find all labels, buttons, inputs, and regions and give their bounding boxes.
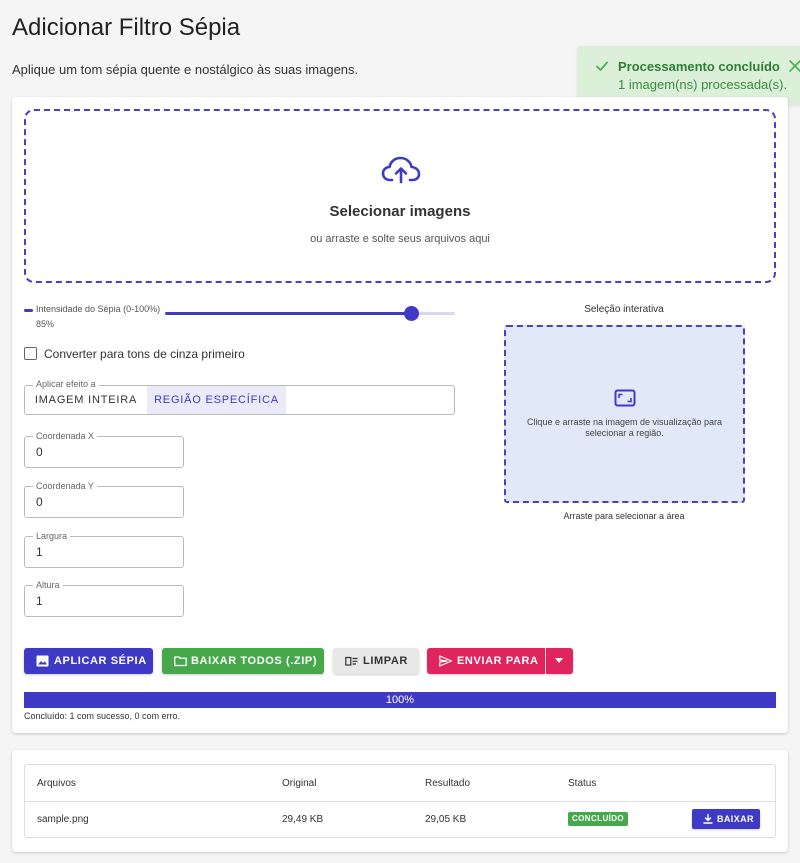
selection-hint: Clique e arraste na imagem de visualizaç… (526, 417, 723, 438)
dropzone-title: Selecionar imagens (329, 203, 471, 220)
field-label: Largura (33, 531, 71, 541)
send-icon (439, 655, 452, 667)
field-value: 1 (36, 545, 43, 559)
editor-card: Selecionar imagens ou arraste e solte se… (12, 97, 788, 733)
width-field[interactable]: Largura 1 (24, 531, 184, 568)
send-to-label: ENVIAR PARA (457, 655, 539, 667)
toast-message: 1 imagem(ns) processada(s). (618, 77, 788, 92)
sepia-intensity-slider[interactable] (165, 306, 455, 321)
download-all-zip-label: BAIXAR TODOS (.ZIP) (191, 655, 318, 667)
download-icon (703, 814, 713, 824)
crop-frame-icon (614, 389, 636, 407)
status-badge: CONCLUÍDO (568, 812, 629, 826)
selection-caption: Arraste para selecionar a área (563, 511, 685, 521)
table-header-status: Status (568, 778, 597, 789)
slider-label-marker (24, 309, 33, 312)
cell-result-size: 29,05 KB (425, 814, 467, 825)
send-to-dropdown-button[interactable] (546, 648, 573, 674)
clear-list-icon (345, 656, 358, 666)
grayscale-checkbox[interactable] (24, 347, 37, 360)
page-title: Adicionar Filtro Sépia (12, 14, 241, 41)
field-label: Coordenada X (33, 431, 98, 441)
field-value: 1 (36, 594, 43, 608)
region-selection-area[interactable]: Clique e arraste na imagem de visualizaç… (504, 325, 745, 503)
image-icon (36, 655, 49, 667)
results-card: Arquivos Original Resultado Status sampl… (12, 750, 788, 852)
check-icon (596, 61, 608, 71)
field-label: Altura (33, 580, 63, 590)
page-subtitle: Aplique um tom sépia quente e nostálgico… (12, 62, 359, 77)
progress-bar: 100% (24, 692, 776, 708)
cloud-upload-icon (381, 156, 421, 184)
progress-text: 100% (385, 694, 415, 706)
sepia-intensity-slider-block: Intensidade do Sépia (0-100%) 85% (24, 302, 456, 332)
chevron-down-icon (555, 658, 563, 663)
slider-thumb[interactable] (404, 306, 419, 321)
selection-title: Seleção interativa (584, 304, 664, 315)
download-all-zip-button[interactable]: BAIXAR TODOS (.ZIP) (162, 648, 324, 674)
clear-label: LIMPAR (363, 655, 408, 667)
grayscale-checkbox-label: Converter para tons de cinza primeiro (44, 347, 245, 361)
field-value: 0 (36, 495, 43, 509)
results-table: Arquivos Original Resultado Status sampl… (24, 764, 776, 838)
toggle-whole-image[interactable]: IMAGEM INTEIRA (25, 386, 147, 414)
slider-value: 85% (36, 319, 55, 329)
close-icon[interactable] (788, 59, 800, 73)
table-header-original: Original (282, 778, 317, 789)
table-header-result: Resultado (425, 778, 471, 789)
clear-button[interactable]: LIMPAR (333, 648, 419, 674)
field-value: 0 (36, 445, 43, 459)
download-label: BAIXAR (717, 814, 754, 824)
toggle-specific-region[interactable]: REGIÃO ESPECÍFICA (147, 386, 286, 414)
coordinate-y-field[interactable]: Coordenada Y 0 (24, 481, 184, 518)
send-to-button[interactable]: ENVIAR PARA (427, 648, 545, 674)
process-status: Concluído: 1 com sucesso, 0 com erro. (24, 711, 181, 721)
dropzone-subtitle: ou arraste e solte seus arquivos aqui (310, 233, 490, 245)
toast-title: Processamento concluído (618, 59, 780, 74)
slider-fill (165, 312, 412, 315)
apply-sepia-label: APLICAR SÉPIA (54, 655, 147, 667)
cell-original-size: 29,49 KB (282, 814, 324, 825)
download-button[interactable]: BAIXAR (692, 809, 760, 829)
apply-sepia-button[interactable]: APLICAR SÉPIA (24, 648, 153, 674)
slider-label: Intensidade do Sépia (0-100%) (36, 304, 161, 314)
height-field[interactable]: Altura 1 (24, 580, 184, 617)
apply-mode-toggle: Aplicar efeito a IMAGEM INTEIRA REGIÃO E… (24, 379, 455, 415)
table-divider (25, 801, 775, 802)
table-header-files: Arquivos (37, 778, 76, 789)
coordinate-x-field[interactable]: Coordenada X 0 (24, 431, 184, 468)
field-label: Coordenada Y (33, 481, 97, 491)
cell-file: sample.png (37, 814, 89, 825)
upload-dropzone[interactable]: Selecionar imagens ou arraste e solte se… (24, 109, 776, 283)
folder-icon (174, 656, 187, 667)
